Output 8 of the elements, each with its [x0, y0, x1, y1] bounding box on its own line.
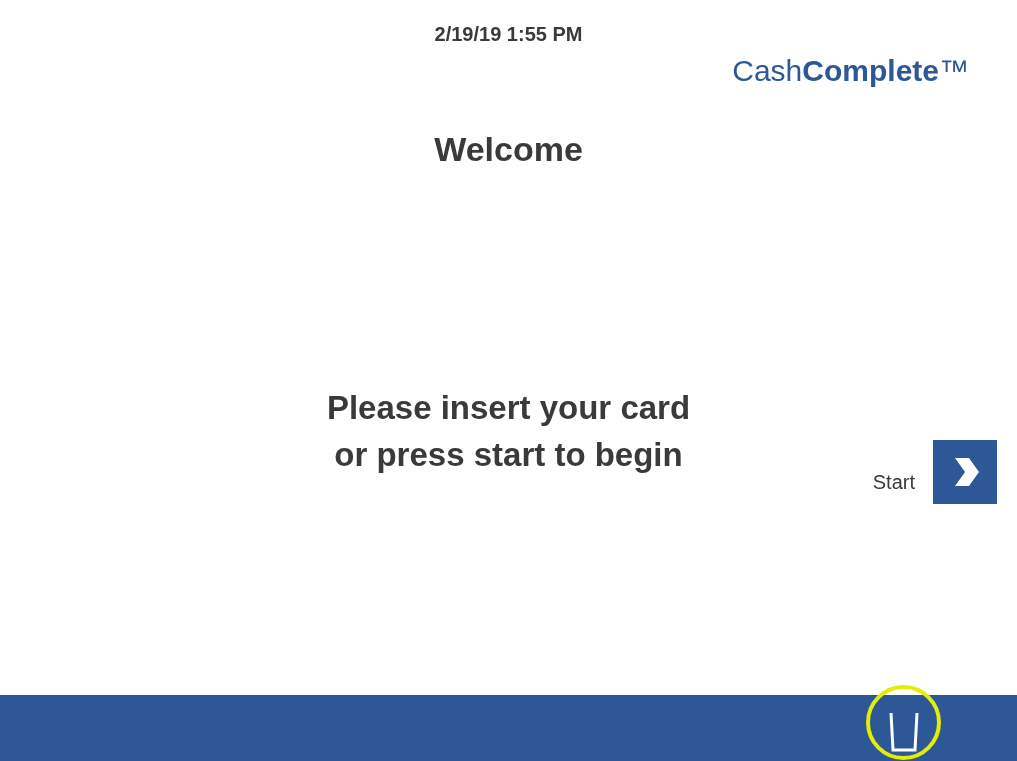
cup-button[interactable] — [866, 685, 941, 760]
welcome-heading: Welcome — [434, 129, 583, 169]
start-button[interactable]: Start — [872, 440, 997, 504]
cup-icon — [887, 712, 920, 752]
chevron-right-icon — [933, 440, 997, 504]
date-time: 2/19/19 1:55 PM — [434, 22, 583, 46]
logo-text: CashComplete™ — [732, 53, 969, 89]
instruction-text: Please insert your card or press start to begin — [326, 388, 691, 475]
